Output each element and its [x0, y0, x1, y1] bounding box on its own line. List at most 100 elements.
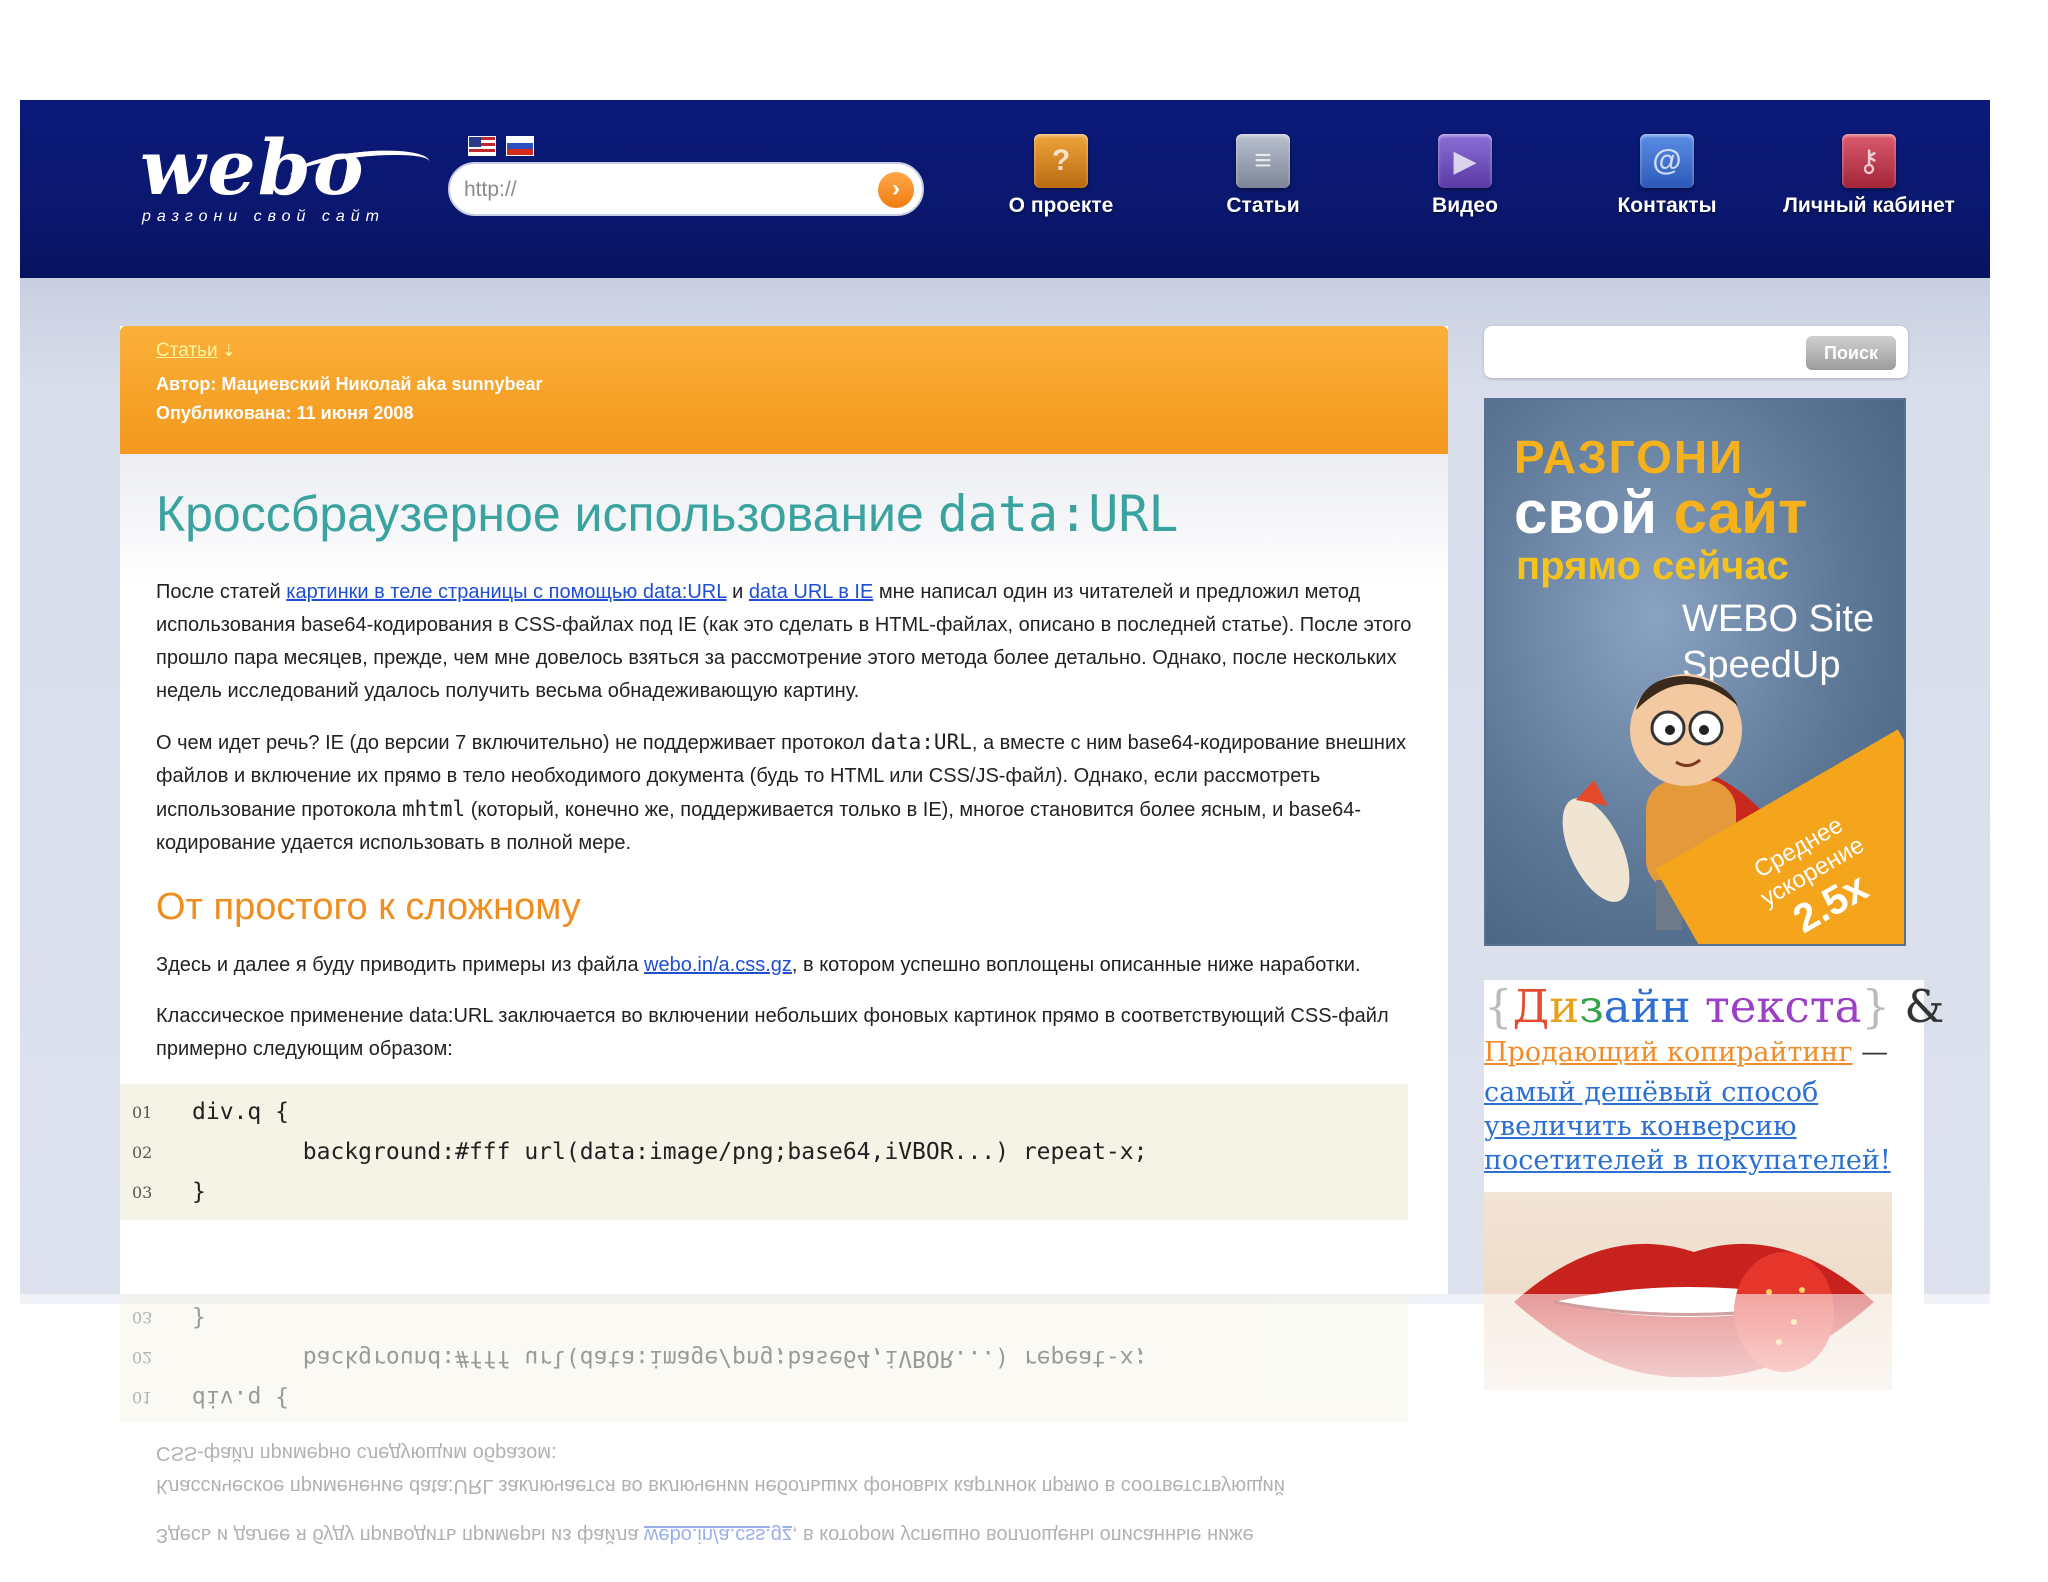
at-icon: @ [1640, 134, 1694, 188]
title-part: з [1579, 980, 1604, 1033]
reflected-line: Здесь и далее я буду приводить примеры и… [120, 1518, 1448, 1551]
ru-flag-icon[interactable] [506, 136, 534, 156]
paragraph-3: Здесь и далее я буду приводить примеры и… [156, 949, 1412, 982]
paragraph-1: После статей картинки в теле страницы с … [156, 576, 1412, 708]
reflected-link: webo.in/a.css.gz [644, 1524, 792, 1546]
document-icon: ≡ [1236, 134, 1290, 188]
paragraph-4: Классическое применение data:URL заключа… [156, 1005, 1389, 1060]
site-search: Поиск [1484, 326, 1908, 378]
line-number: 02 [132, 1142, 153, 1162]
code-source: div.q { [192, 1099, 289, 1125]
title-code: data:URL [937, 485, 1179, 543]
breadcrumb-articles[interactable]: Статьи [156, 340, 218, 370]
arrow-right-icon: › [892, 175, 900, 202]
line-number: 03 [132, 1308, 153, 1328]
title-part: и [1549, 980, 1580, 1033]
reflected-line: CSS-файл примерно следующим образом: [156, 1442, 557, 1464]
published-date: 11 июня 2008 [296, 403, 414, 423]
link-css-file[interactable]: webo.in/a.css.gz [644, 954, 792, 976]
code-line: 01 div.q { [120, 1092, 1408, 1132]
title-part: текста [1704, 980, 1862, 1033]
nav-label: Личный кабинет [1783, 194, 1955, 217]
article-date: Опубликована: 11 июня 2008 [156, 399, 1412, 428]
text: Здесь и далее я буду приводить примеры и… [156, 1524, 645, 1546]
article-card: Статьи ⇣ Автор: Мациевский Николай aka s… [120, 326, 1448, 1294]
code-line: 03 } [120, 1172, 1408, 1212]
main-nav: ? О проекте ≡ Статьи ▶ Видео @ Контакты … [960, 134, 1970, 218]
url-form: › [448, 162, 924, 216]
link-data-url-ie[interactable]: data URL в IE [749, 581, 873, 603]
url-submit-button[interactable]: › [878, 172, 914, 208]
nav-label: О проекте [1008, 194, 1114, 217]
speedup-banner[interactable]: РАЗГОНИ свой сайт прямо сейчас WEBO Site… [1484, 398, 1906, 946]
search-input[interactable] [1496, 336, 1796, 368]
code-source: background:#fff url(data:image/png;base6… [192, 1345, 1148, 1371]
inline-code: data:URL [870, 730, 972, 754]
text: , в котором успешно воплощены описанные … [791, 954, 1361, 976]
dash: — [1852, 1037, 1889, 1068]
nav-item-about[interactable]: ? О проекте [960, 134, 1162, 218]
text: Здесь и далее я буду приводить примеры и… [156, 954, 645, 976]
page-reflection: 03 } 02 background:#fff url(data:image/p… [0, 1294, 2048, 1582]
brace: { [1484, 980, 1513, 1033]
title-part: айн [1603, 980, 1705, 1033]
link-data-url-images[interactable]: картинки в теле страницы с помощью data:… [286, 581, 726, 603]
code-source: background:#fff url(data:image/png;base6… [192, 1139, 1148, 1165]
banner-word: свой [1514, 479, 1657, 546]
site-header: webo разгони свой сайт › ? О проекте ≡ С… [20, 100, 1990, 278]
reflected-line: Классическое применение data:URL заключа… [156, 1475, 1285, 1497]
ad-title: {Дизайн текста} & [1484, 980, 1945, 1033]
ad-subtitle: Продающий копирайтинг — [1484, 1037, 1924, 1068]
nav-item-articles[interactable]: ≡ Статьи [1162, 134, 1364, 218]
text: О чем идет речь? IE (до версии 7 включит… [156, 732, 871, 754]
banner-word: сайт [1673, 479, 1808, 546]
author-label: Автор: [156, 374, 217, 394]
clapperboard-icon: ▶ [1438, 134, 1492, 188]
code-line: 02 background:#fff url(data:image/png;ba… [120, 1132, 1408, 1172]
code-line: 01 div.q { [120, 1378, 1408, 1418]
code-source: } [192, 1305, 206, 1331]
language-switcher [468, 136, 534, 156]
code-block: 01 div.q { 02 background:#fff url(data:i… [120, 1084, 1408, 1220]
ad-line: посетителей в покупателей! [1484, 1145, 1891, 1176]
line-number: 02 [132, 1348, 153, 1368]
line-number: 03 [132, 1182, 153, 1202]
en-flag-icon[interactable] [468, 136, 496, 156]
inline-code: mhtml [401, 797, 466, 821]
section-heading: От простого к сложному [156, 886, 581, 928]
banner-headline: РАЗГОНИ [1514, 431, 1745, 483]
title-part: Д [1512, 980, 1550, 1033]
brace: } [1861, 980, 1891, 1033]
line-number: 01 [132, 1102, 153, 1122]
reflected-code: 03 } 02 background:#fff url(data:image/p… [120, 1294, 1408, 1422]
banner-subline: прямо сейчас [1516, 544, 1789, 588]
code-source: } [192, 1179, 206, 1205]
reflection-content: 03 } 02 background:#fff url(data:image/p… [120, 1294, 1448, 1582]
key-icon: ⚷ [1842, 134, 1896, 188]
article-header: Статьи ⇣ Автор: Мациевский Николай aka s… [120, 326, 1448, 454]
banner-headline-2: свой сайт [1514, 478, 1807, 547]
url-input[interactable] [464, 176, 864, 204]
title-text: Кроссбраузерное использование [156, 486, 938, 542]
question-icon: ? [1034, 134, 1088, 188]
logo-tagline: разгони свой сайт [142, 208, 386, 225]
code-source: div.q { [192, 1385, 289, 1411]
nav-item-video[interactable]: ▶ Видео [1364, 134, 1566, 218]
code-line: 02 background:#fff url(data:image/png;ba… [120, 1338, 1408, 1378]
ad-line: самый дешёвый способ [1484, 1077, 1819, 1108]
nav-item-cabinet[interactable]: ⚷ Личный кабинет [1768, 134, 1970, 218]
ampersand: & [1890, 980, 1945, 1033]
line-number: 01 [132, 1388, 153, 1408]
nav-item-contacts[interactable]: @ Контакты [1566, 134, 1768, 218]
nav-label: Видео [1432, 194, 1498, 217]
nav-label: Статьи [1226, 194, 1300, 217]
chevron-down-icon[interactable]: ⇣ [222, 343, 235, 360]
subtitle-text: Продающий копирайтинг [1484, 1037, 1853, 1068]
nav-label: Контакты [1617, 194, 1717, 217]
article-author: Автор: Мациевский Николай aka sunnybear [156, 370, 1412, 399]
site-logo[interactable]: webo разгони свой сайт [140, 130, 432, 230]
paragraph-2: О чем идет речь? IE (до версии 7 включит… [156, 726, 1412, 860]
article-body: Кроссбраузерное использование data:URL П… [120, 454, 1448, 1220]
text: и [726, 581, 749, 603]
search-button[interactable]: Поиск [1806, 336, 1896, 370]
